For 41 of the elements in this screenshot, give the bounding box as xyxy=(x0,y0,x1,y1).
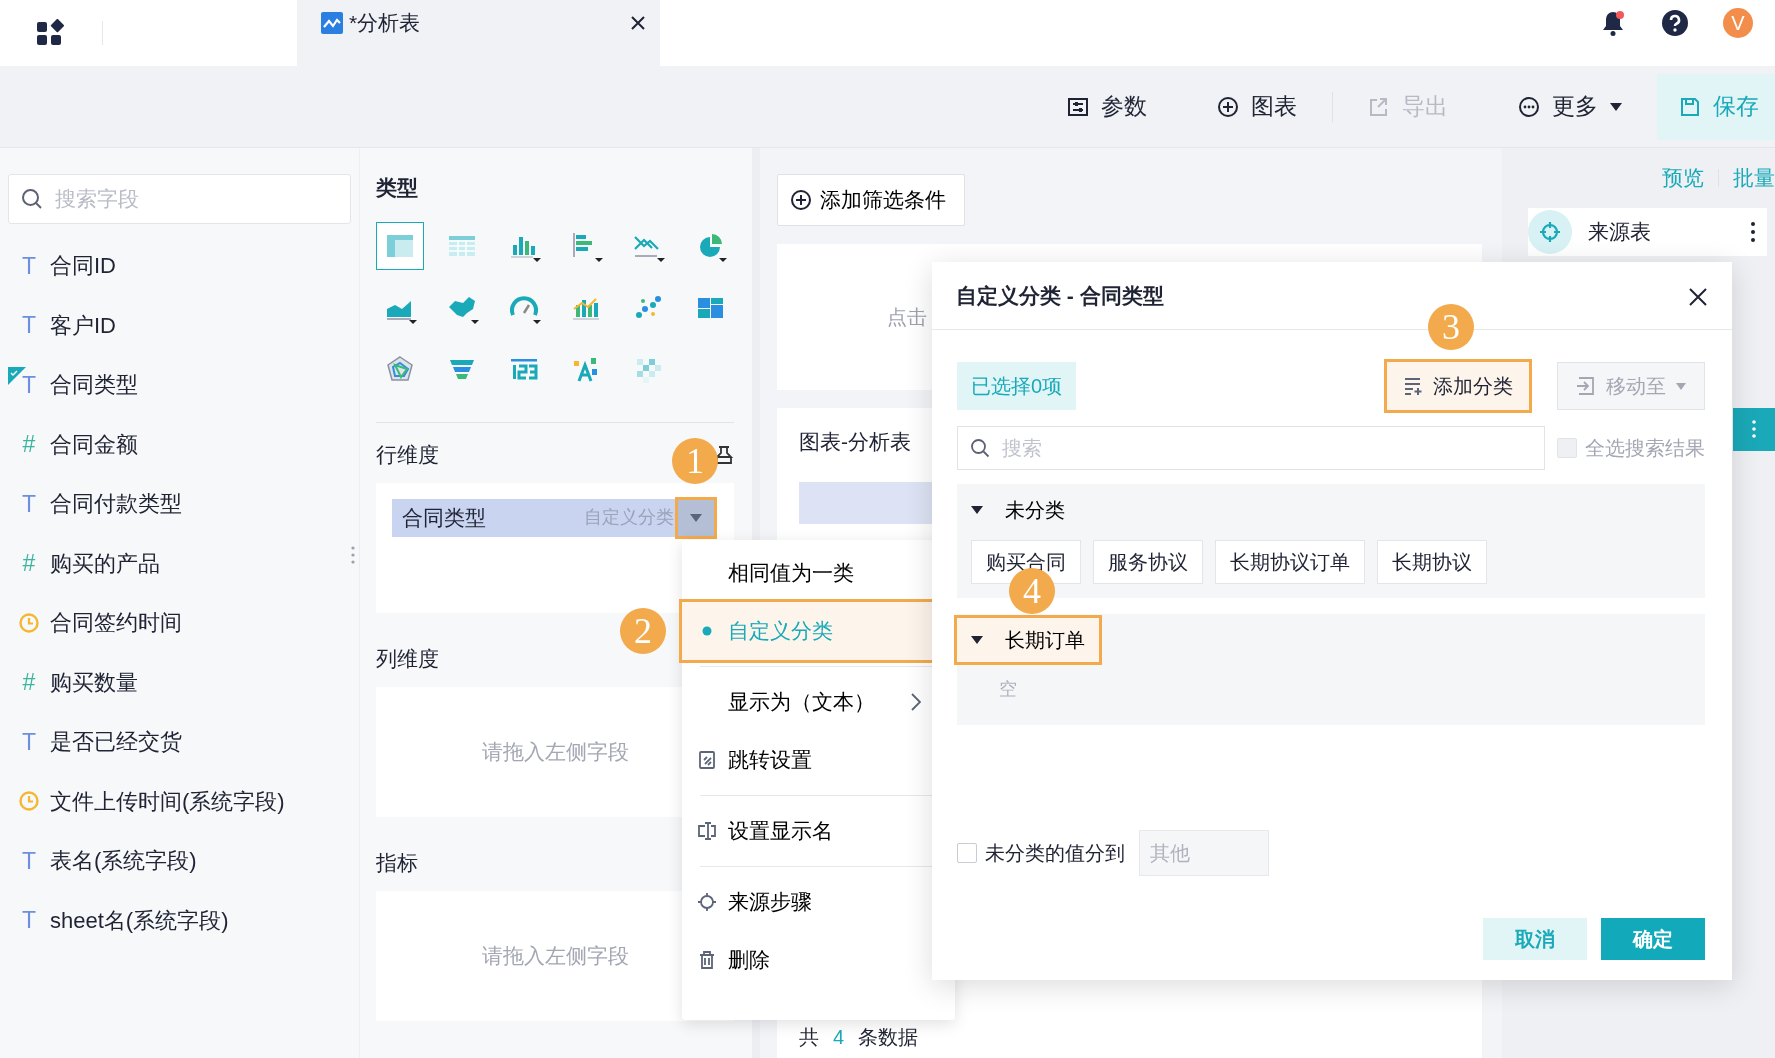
field-label: 文件上传时间(系统字段) xyxy=(50,787,285,816)
text-type-icon: T xyxy=(18,903,40,938)
step-badge: 1 xyxy=(672,437,718,484)
text-type-icon: T xyxy=(18,308,40,343)
number-type-icon: # xyxy=(18,427,40,462)
chip-label: 合同类型 xyxy=(402,504,486,531)
section-title: 类型 xyxy=(376,175,419,201)
field-label: 合同签约时间 xyxy=(50,609,182,638)
field-label: 表名(系统字段) xyxy=(50,847,197,876)
text-type-icon: T xyxy=(18,843,40,878)
field-label: 合同ID xyxy=(50,252,116,281)
text-type-icon: T xyxy=(18,367,40,402)
text-type-icon: T xyxy=(18,248,40,283)
row-count: 4 xyxy=(833,1025,845,1050)
chip-note: 自定义分类 xyxy=(584,506,674,529)
empty-text: 空 xyxy=(998,678,1018,701)
section-title: 列维度 xyxy=(376,645,439,672)
field-label: sheet名(系统字段) xyxy=(50,906,229,935)
field-label: 合同类型 xyxy=(50,371,138,400)
dialog-title: 自定义分类 - 合同类型 xyxy=(956,282,1164,309)
checkbox-label: 未分类的值分到 xyxy=(985,841,1125,866)
checkbox-label: 全选搜索结果 xyxy=(1585,436,1705,461)
field-label: 合同付款类型 xyxy=(50,490,182,519)
count-prefix: 共 xyxy=(799,1025,819,1050)
step-label: 来源表 xyxy=(1588,218,1651,245)
count-suffix: 条数据 xyxy=(858,1025,919,1050)
number-type-icon: # xyxy=(18,665,40,700)
field-label: 购买数量 xyxy=(50,668,138,697)
field-label: 购买的产品 xyxy=(50,549,160,578)
field-label: 是否已经交货 xyxy=(50,728,182,757)
text-type-icon: T xyxy=(18,724,40,759)
field-label: 合同金额 xyxy=(50,430,138,459)
chart-title: 图表-分析表 xyxy=(799,429,911,455)
text-type-icon: T xyxy=(18,486,40,521)
step-badge: 3 xyxy=(1428,304,1474,350)
selection-count: 已选择0项 xyxy=(957,362,1077,410)
number-type-icon: # xyxy=(18,546,40,581)
hint-text: 点击 xyxy=(887,305,927,330)
field-label: 客户ID xyxy=(50,311,116,340)
section-title: 行维度 xyxy=(376,441,439,468)
section-title: 指标 xyxy=(376,849,418,876)
